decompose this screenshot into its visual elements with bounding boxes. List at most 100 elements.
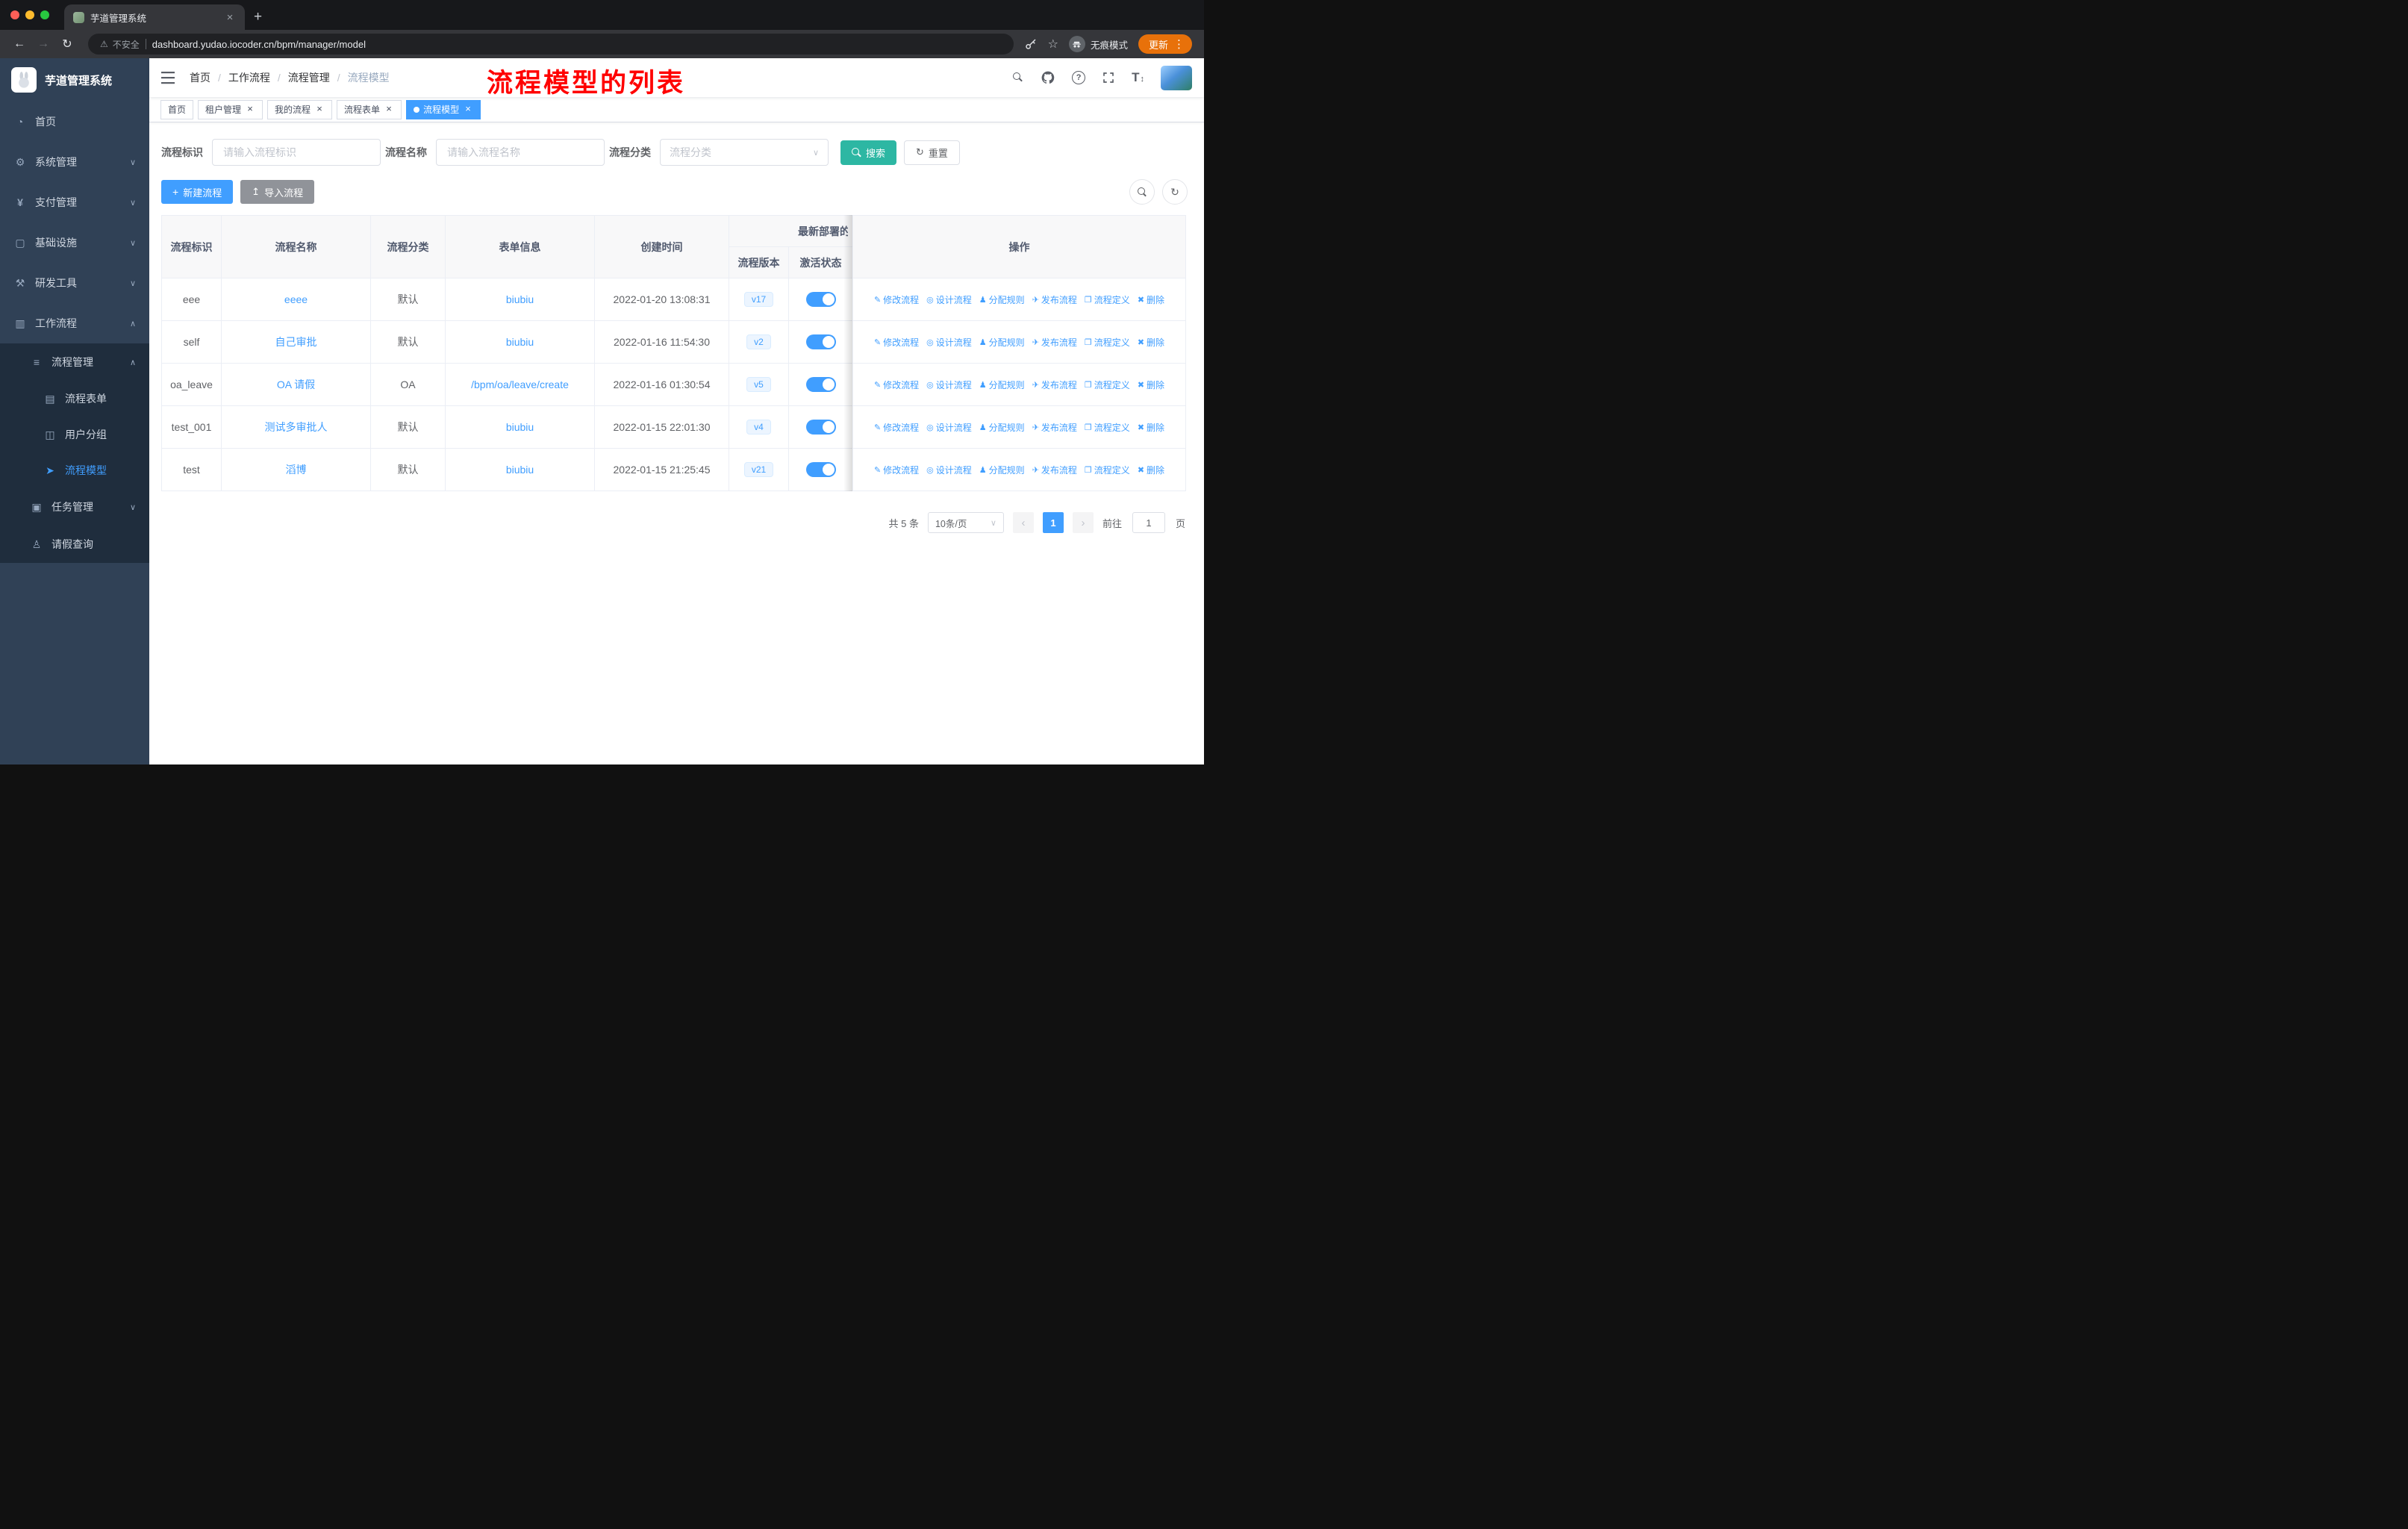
close-window-button[interactable] <box>10 10 19 19</box>
process-definition-link[interactable]: 流程定义 <box>1085 379 1130 391</box>
sidebar-item-user-group[interactable]: 用户分组 <box>0 417 149 452</box>
publish-process-link[interactable]: 发布流程 <box>1032 293 1077 306</box>
assign-rule-link[interactable]: 分配规则 <box>979 379 1025 391</box>
design-process-link[interactable]: 设计流程 <box>926 379 972 391</box>
sidebar-item-devtools[interactable]: 研发工具 <box>0 263 149 303</box>
bookmark-star-icon[interactable] <box>1048 37 1058 52</box>
forward-button[interactable] <box>33 37 54 51</box>
page-number-1[interactable]: 1 <box>1042 512 1064 533</box>
tag-close-icon[interactable] <box>314 105 325 115</box>
active-toggle[interactable] <box>805 420 836 435</box>
help-icon[interactable] <box>1072 71 1086 84</box>
sidebar-item-process-model[interactable]: 流程模型 <box>0 452 149 488</box>
form-info-link[interactable]: biubiu <box>506 336 534 348</box>
toggle-search-button[interactable] <box>1129 179 1155 205</box>
tag-home[interactable]: 首页 <box>160 99 194 119</box>
process-name-link[interactable]: OA 请假 <box>277 379 315 390</box>
tag-process-model[interactable]: 流程模型 <box>406 99 481 119</box>
back-button[interactable] <box>9 37 30 51</box>
process-name-link[interactable]: 滔博 <box>286 464 307 476</box>
sidebar-item-workflow[interactable]: 工作流程 <box>0 303 149 343</box>
create-process-button[interactable]: 新建流程 <box>161 180 234 204</box>
delete-link[interactable]: 删除 <box>1138 379 1164 391</box>
search-button[interactable]: 搜索 <box>840 140 897 165</box>
active-toggle[interactable] <box>805 334 836 349</box>
design-process-link[interactable]: 设计流程 <box>926 336 972 349</box>
form-info-link[interactable]: biubiu <box>506 421 534 433</box>
sidebar-item-process-mgmt[interactable]: 流程管理 <box>0 343 149 381</box>
process-definition-link[interactable]: 流程定义 <box>1085 464 1130 476</box>
active-toggle[interactable] <box>805 462 836 477</box>
tag-tenant-mgmt[interactable]: 租户管理 <box>198 99 263 119</box>
breadcrumb-process-mgmt[interactable]: 流程管理 <box>270 70 330 85</box>
process-name-link[interactable]: 测试多审批人 <box>265 421 328 433</box>
assign-rule-link[interactable]: 分配规则 <box>979 421 1025 434</box>
process-name-link[interactable]: 自己审批 <box>275 336 317 348</box>
process-name-input[interactable] <box>436 139 605 166</box>
publish-process-link[interactable]: 发布流程 <box>1032 464 1077 476</box>
delete-link[interactable]: 删除 <box>1138 421 1164 434</box>
delete-link[interactable]: 删除 <box>1138 336 1164 349</box>
assign-rule-link[interactable]: 分配规则 <box>979 293 1025 306</box>
user-avatar[interactable] <box>1161 65 1192 90</box>
page-size-select[interactable]: 10条/页 <box>927 512 1004 533</box>
next-page-button[interactable] <box>1072 512 1094 533</box>
new-tab-button[interactable]: + <box>245 4 271 30</box>
process-id-input[interactable] <box>212 139 381 166</box>
sidebar-item-payment[interactable]: 支付管理 <box>0 182 149 222</box>
active-toggle[interactable] <box>805 292 836 307</box>
tag-close-icon[interactable] <box>245 105 255 115</box>
tag-process-form[interactable]: 流程表单 <box>337 99 402 119</box>
active-toggle[interactable] <box>805 377 836 392</box>
publish-process-link[interactable]: 发布流程 <box>1032 421 1077 434</box>
sidebar-item-system[interactable]: 系统管理 <box>0 142 149 182</box>
update-button[interactable]: 更新 <box>1138 34 1192 54</box>
form-info-link[interactable]: biubiu <box>506 464 534 476</box>
edit-process-link[interactable]: 修改流程 <box>874 464 919 476</box>
prev-page-button[interactable] <box>1012 512 1034 533</box>
form-info-link[interactable]: biubiu <box>506 293 534 305</box>
address-bar[interactable]: 不安全 dashboard.yudao.iocoder.cn/bpm/manag… <box>88 34 1014 55</box>
form-info-link[interactable]: /bpm/oa/leave/create <box>471 379 569 390</box>
process-name-link[interactable]: eeee <box>284 293 308 305</box>
edit-process-link[interactable]: 修改流程 <box>874 336 919 349</box>
browser-menu-icon[interactable] <box>1173 37 1185 51</box>
refresh-table-button[interactable] <box>1162 179 1188 205</box>
fullscreen-icon[interactable] <box>1102 71 1115 84</box>
sidebar-item-task-mgmt[interactable]: 任务管理 <box>0 488 149 526</box>
search-icon[interactable] <box>1013 72 1024 84</box>
process-definition-link[interactable]: 流程定义 <box>1085 421 1130 434</box>
browser-tab[interactable]: 芋道管理系统 <box>64 4 245 30</box>
process-definition-link[interactable]: 流程定义 <box>1085 293 1130 306</box>
edit-process-link[interactable]: 修改流程 <box>874 293 919 306</box>
tag-close-icon[interactable] <box>384 105 394 115</box>
edit-process-link[interactable]: 修改流程 <box>874 379 919 391</box>
publish-process-link[interactable]: 发布流程 <box>1032 336 1077 349</box>
sidebar-toggle-icon[interactable] <box>161 69 178 86</box>
edit-process-link[interactable]: 修改流程 <box>874 421 919 434</box>
github-icon[interactable] <box>1041 70 1055 85</box>
password-key-icon[interactable] <box>1024 37 1038 51</box>
reset-button[interactable]: 重置 <box>904 140 960 165</box>
assign-rule-link[interactable]: 分配规则 <box>979 336 1025 349</box>
category-select[interactable]: 流程分类 <box>660 139 829 166</box>
reload-button[interactable] <box>57 37 78 52</box>
tab-close-icon[interactable] <box>224 11 236 24</box>
delete-link[interactable]: 删除 <box>1138 464 1164 476</box>
design-process-link[interactable]: 设计流程 <box>926 421 972 434</box>
breadcrumb-workflow[interactable]: 工作流程 <box>210 70 270 85</box>
import-process-button[interactable]: 导入流程 <box>240 180 315 204</box>
design-process-link[interactable]: 设计流程 <box>926 293 972 306</box>
goto-page-input[interactable] <box>1132 512 1165 533</box>
not-secure-indicator[interactable]: 不安全 <box>100 38 140 51</box>
delete-link[interactable]: 删除 <box>1138 293 1164 306</box>
tag-my-process[interactable]: 我的流程 <box>267 99 333 119</box>
breadcrumb-home[interactable]: 首页 <box>190 70 210 85</box>
sidebar-item-leave-query[interactable]: 请假查询 <box>0 526 149 563</box>
design-process-link[interactable]: 设计流程 <box>926 464 972 476</box>
sidebar-item-infra[interactable]: 基础设施 <box>0 222 149 263</box>
assign-rule-link[interactable]: 分配规则 <box>979 464 1025 476</box>
process-definition-link[interactable]: 流程定义 <box>1085 336 1130 349</box>
sidebar-item-process-form[interactable]: 流程表单 <box>0 381 149 417</box>
zoom-window-button[interactable] <box>40 10 49 19</box>
